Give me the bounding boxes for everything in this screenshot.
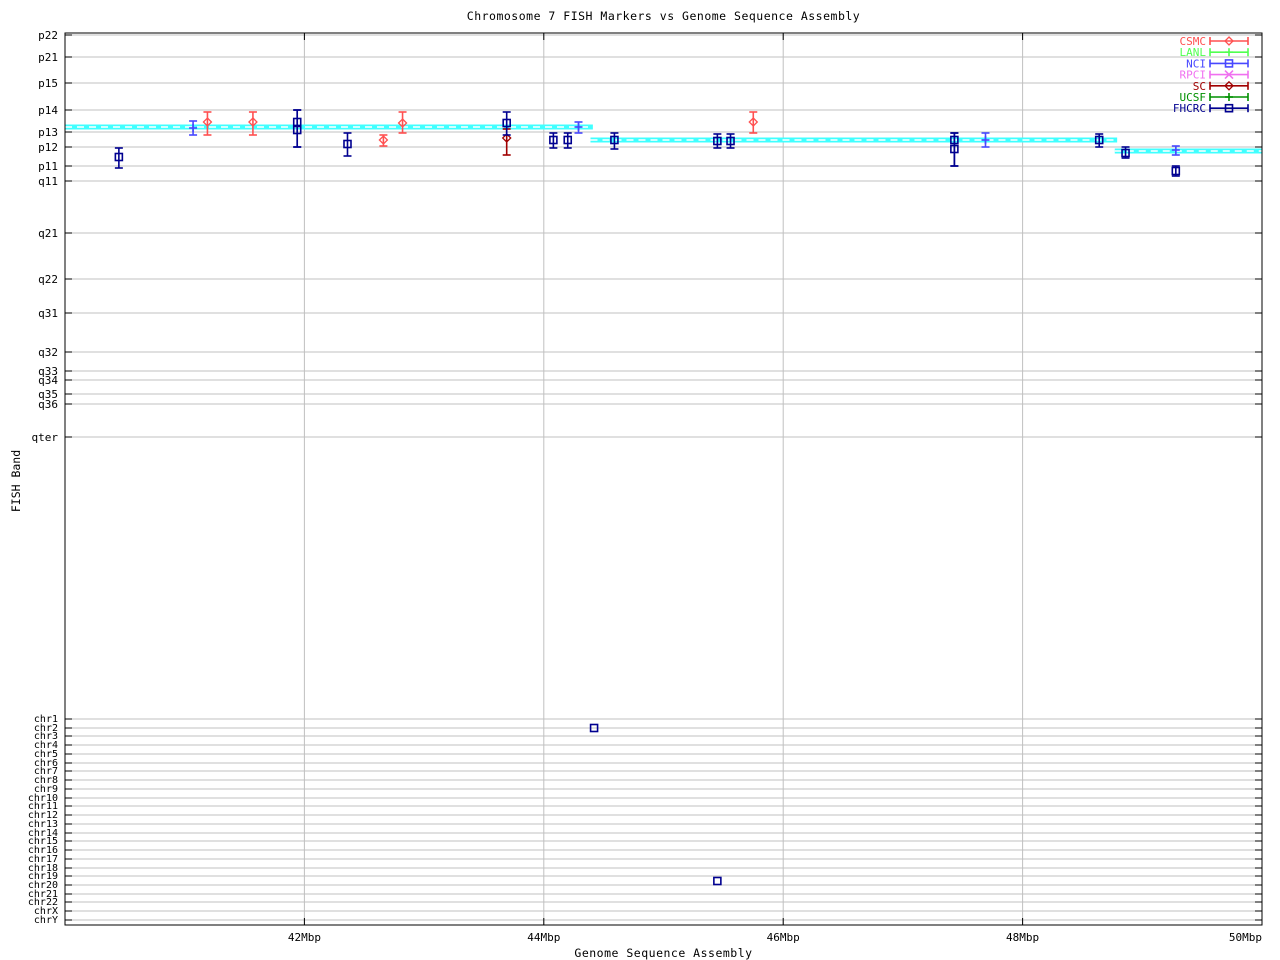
y-tick-label: q11 [38, 175, 58, 188]
x-tick-label: 48Mbp [1006, 931, 1039, 944]
x-axis-label: Genome Sequence Assembly [574, 946, 753, 960]
y-tick-label: p21 [38, 51, 58, 64]
y-tick-label: q21 [38, 227, 58, 240]
chart-title: Chromosome 7 FISH Markers vs Genome Sequ… [466, 9, 861, 23]
legend-label-fhcrc: FHCRC [1173, 102, 1206, 115]
y-tick-label: q31 [38, 307, 58, 320]
y-tick-label: p14 [38, 104, 58, 117]
y-tick-label: chrY [34, 915, 58, 926]
y-axis-label: FISH Band [9, 449, 23, 513]
x-tick-label: 44Mbp [527, 931, 560, 944]
y-tick-label: p15 [38, 77, 58, 90]
y-tick-label: q22 [38, 273, 58, 286]
x-tick-label: 46Mbp [767, 931, 800, 944]
y-tick-label: q36 [38, 398, 58, 411]
y-tick-label: p22 [38, 29, 58, 42]
y-tick-label: q32 [38, 346, 58, 359]
fish-marker-chart: p22 p21 p15 p14 p13 p12 p11 q11 q21 q22 q31 q32 q33 q… [0, 0, 1280, 960]
y-tick-label: qter [32, 431, 59, 444]
plot-canvas: p22p21p15p14p13p12p11q11q21q22q31q32q33q… [28, 29, 1263, 944]
fhcrc-point [713, 876, 722, 886]
y-tick-label: p12 [38, 141, 58, 154]
y-tick-label: p11 [38, 160, 58, 173]
x-tick-label: 50Mbp [1229, 931, 1262, 944]
y-tick-label: q34 [38, 374, 58, 387]
y-tick-label: p13 [38, 126, 58, 139]
x-tick-label: 42Mbp [288, 931, 321, 944]
plot-border [64, 32, 1263, 926]
